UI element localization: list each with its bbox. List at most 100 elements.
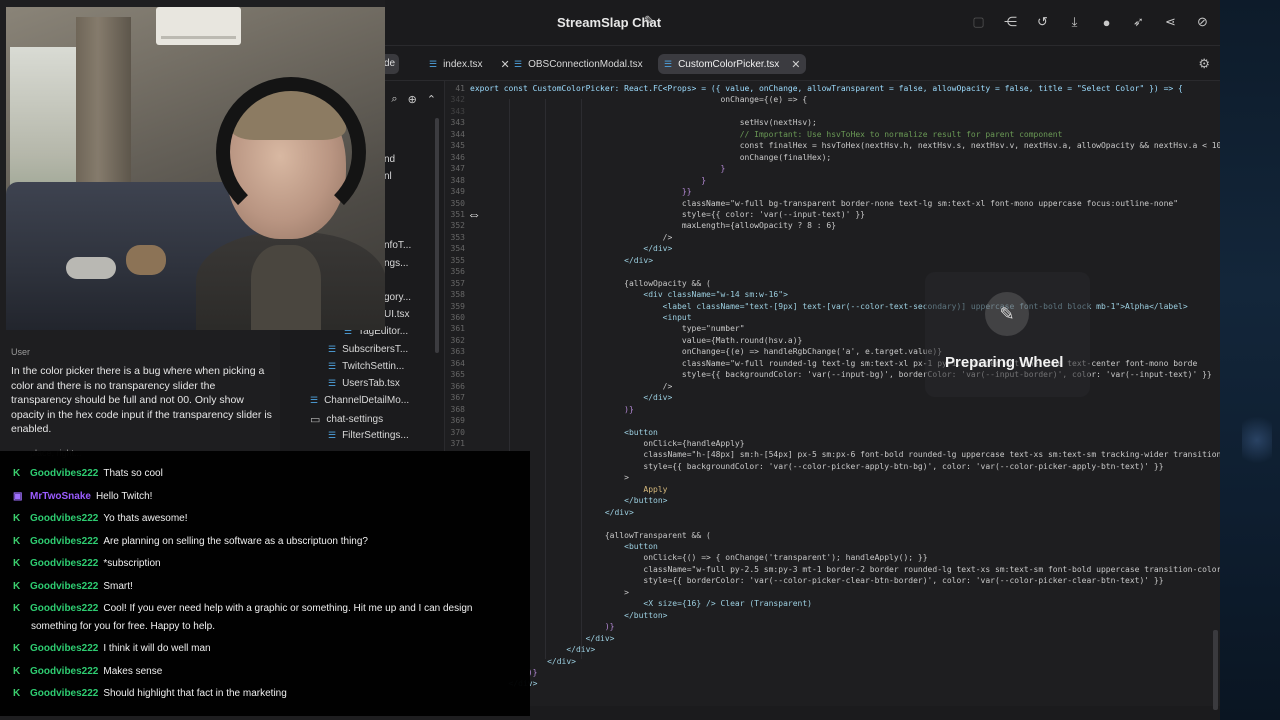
code-text: const finalHex = hsvToHex(nextHsv.h, nex… [470, 141, 1220, 151]
code-line: 358 <div className="w-14 sm:w-16"> [445, 289, 1220, 300]
collapse-icon[interactable]: ⌃ [427, 93, 436, 106]
edit-title-icon[interactable]: ✎ [644, 13, 655, 29]
code-line: 361 type="number" [445, 323, 1220, 334]
share-node-icon[interactable]: ⋲ [1001, 12, 1020, 32]
tree-item[interactable]: ☰ TwitchSettin... [328, 361, 404, 372]
download-icon[interactable]: ⤓ [1065, 12, 1084, 32]
tab-custom-color-picker[interactable]: ☰ CustomColorPicker.tsx ✕ [658, 54, 807, 74]
tree-item[interactable]: UI.tsx [384, 309, 410, 320]
tree-item[interactable]: ☰ SubscribersT... [328, 344, 408, 355]
app-titlebar: StreamSlap Chat ✎ ▢ ⋲ ↺ ⤓ ● ➶ ⋖ ⊘ [385, 0, 1220, 46]
chat-message: K Goodvibes222 Makes sense [13, 666, 163, 677]
code-line: 364 className="w-full rounded-lg text-lg… [445, 358, 1220, 369]
line-number: 361 [450, 324, 465, 334]
status-bar [530, 706, 1220, 720]
code-text: value={Math.round(hsv.a)} [470, 335, 803, 345]
kick-badge-icon: K [13, 513, 21, 524]
code-text: /> [470, 232, 673, 242]
code-line: 363 onChange={(e) => handleRgbChange('a'… [445, 346, 1220, 357]
github-icon[interactable]: ● [1097, 12, 1116, 32]
line-number: 343 [450, 118, 465, 128]
code-text: } [470, 175, 707, 185]
hide-icon[interactable]: ⊘ [1193, 12, 1212, 32]
code-text: type="number" [470, 324, 745, 334]
code-text: export const CustomColorPicker: React.FC… [470, 84, 1183, 93]
add-icon[interactable]: ⊕ [408, 93, 417, 106]
tree-item[interactable]: nfoT... [384, 240, 411, 251]
tree-item[interactable]: ☰ UsersTab.tsx [328, 378, 400, 389]
code-line: 350 className="w-full bg-transparent bor… [445, 198, 1220, 209]
code-line: </button> [445, 610, 1220, 621]
code-line: 368 )} [445, 404, 1220, 415]
chat-message: K Goodvibes222 Yo thats awesome! [13, 513, 188, 524]
tab-obs-connection-modal[interactable]: ☰ OBSConnectionModal.tsx ✕ [508, 54, 676, 74]
code-text: className="w-full py-2.5 sm:py-3 mt-1 bo… [470, 564, 1220, 574]
line-number: 349 [450, 187, 465, 197]
code-line: 369 [445, 415, 1220, 426]
explorer-scrollbar[interactable] [435, 118, 439, 353]
tree-item[interactable]: ☰ ChannelDetailMo... [310, 395, 409, 406]
chat-message: K Goodvibes222 Thats so cool [13, 468, 163, 479]
settings-gear-icon[interactable]: ⚙ [1198, 56, 1210, 72]
code-text: onChange={(e) => handleRgbChange('a', e.… [470, 347, 943, 357]
explorer-tools: ⌕ ⊕ ⌃ [391, 93, 436, 106]
code-text: </div> [470, 255, 654, 265]
code-line: className="w-full py-2.5 sm:py-3 mt-1 bo… [445, 564, 1220, 575]
cam-pillow [66, 257, 116, 279]
tree-item[interactable]: nd [384, 154, 395, 165]
desktop-background [1220, 0, 1280, 720]
kick-badge-icon: K [13, 643, 21, 654]
code-text: className="w-full bg-transparent border-… [470, 198, 1179, 208]
preparing-wheel-overlay: ✎ Preparing Wheel [925, 272, 1090, 397]
code-line: className="h-[48px] sm:h-[54px] px-5 sm:… [445, 449, 1220, 460]
tree-folder[interactable]: ▭ chat-settings [310, 413, 383, 426]
code-editor[interactable]: 41 export const CustomColorPicker: React.… [445, 81, 1220, 720]
twitch-badge-icon: ▣ [13, 491, 23, 502]
close-icon[interactable]: ✕ [791, 58, 800, 71]
tab-label: CustomColorPicker.tsx [678, 58, 780, 70]
code-line: style={{ borderColor: 'var(--color-picke… [445, 575, 1220, 586]
code-text: )} [470, 404, 634, 414]
tsx-file-icon: ☰ [310, 395, 319, 405]
code-line: 371 onClick={handleApply} [445, 438, 1220, 449]
tab-index[interactable]: ☰ index.tsx ✕ [423, 54, 516, 74]
code-line: 343 [445, 106, 1220, 117]
code-text: maxLength={allowOpacity ? 8 : 6} [470, 221, 837, 231]
folder-icon: ▭ [310, 414, 321, 426]
kick-badge-icon: K [13, 581, 21, 592]
line-number: 353 [450, 232, 465, 242]
tree-item[interactable]: gory... [384, 292, 411, 303]
cam-pillow [126, 245, 166, 275]
tab-label: index.tsx [443, 58, 483, 70]
code-line: 356 [445, 266, 1220, 277]
tree-item[interactable]: ☰ FilterSettings... [328, 430, 409, 441]
code-line: 348 } [445, 175, 1220, 186]
line-number: 342 [450, 95, 465, 105]
code-line: 359 <label className="text-[9px] text-[v… [445, 301, 1220, 312]
code-line: 349 }} [445, 186, 1220, 197]
code-text: {allowOpacity && ( [470, 278, 711, 288]
search-icon[interactable]: ⌕ [391, 93, 397, 106]
code-line: 345 const finalHex = hsvToHex(nextHsv.h,… [445, 140, 1220, 151]
chat-message: ▣ MrTwoSnake Hello Twitch! [13, 491, 153, 502]
line-number: 352 [450, 221, 465, 231]
dim-square-icon[interactable]: ▢ [969, 12, 988, 32]
code-line: 41 export const CustomColorPicker: React.… [445, 83, 1220, 94]
code-line: style={{ backgroundColor: 'var(--color-p… [445, 461, 1220, 472]
tree-item[interactable]: nl [384, 171, 392, 182]
webcam-feed [6, 7, 385, 330]
line-number: 359 [450, 301, 465, 311]
history-icon[interactable]: ↺ [1033, 12, 1052, 32]
line-number: 343 [450, 106, 465, 116]
tab-partial[interactable]: de [384, 54, 399, 74]
tsx-file-icon: ☰ [429, 58, 438, 69]
line-number: 358 [450, 290, 465, 300]
code-text: // Important: Use hsvToHex to normalize … [470, 129, 1063, 139]
tree-item[interactable]: ngs... [384, 258, 408, 269]
rocket-icon[interactable]: ➶ [1129, 12, 1148, 32]
share-icon[interactable]: ⋖ [1161, 12, 1180, 32]
editor-scrollbar[interactable] [1213, 630, 1218, 710]
code-line: 354 </div> [445, 243, 1220, 254]
chat-message-continuation: something for you for free. Happy to hel… [31, 621, 215, 632]
